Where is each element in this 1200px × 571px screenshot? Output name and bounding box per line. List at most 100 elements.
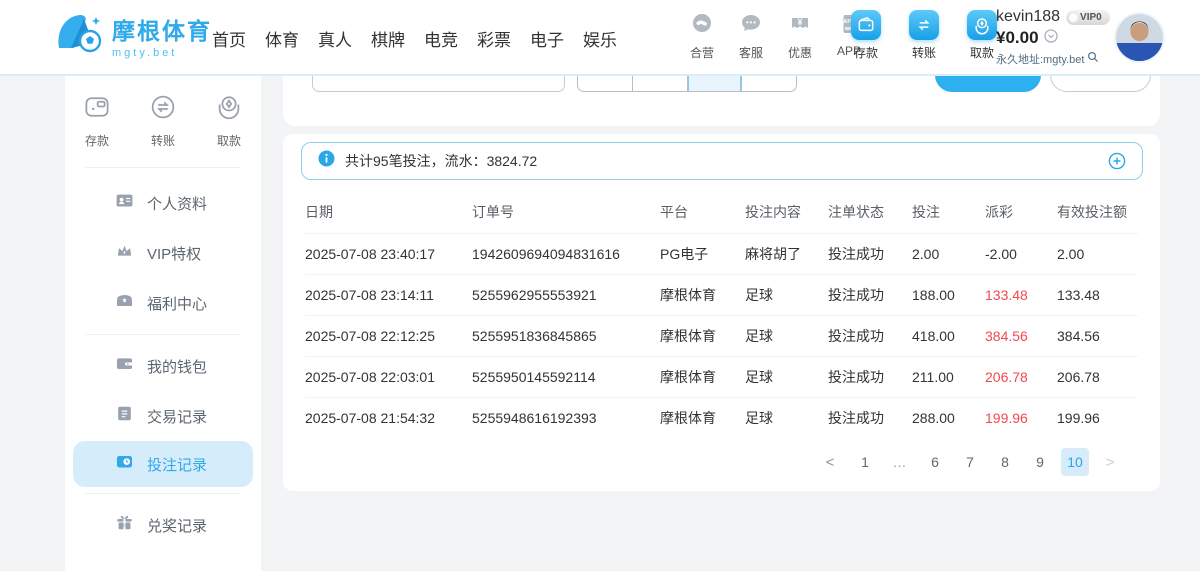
cell-status: 投注成功 <box>828 316 912 357</box>
column-header: 订单号 <box>472 192 660 234</box>
bet-records-panel: 共计95笔投注，流水：3824.72 日期订单号平台投注内容注单状态投注派彩有效… <box>283 134 1160 491</box>
cell-bet: 288.00 <box>912 398 985 439</box>
cell-payout: 206.78 <box>985 357 1057 398</box>
withdraw-outline-icon <box>214 92 244 127</box>
logo-mark-icon <box>54 10 104 61</box>
cell-date: 2025-07-08 21:54:32 <box>305 398 472 439</box>
sidebar-quick-label: 取款 <box>217 132 241 149</box>
nav-slots[interactable]: 电子 <box>530 26 564 51</box>
cell-payout: 384.56 <box>985 316 1057 357</box>
next-page-icon[interactable]: > <box>1096 448 1124 476</box>
sidebar-item-prize-records[interactable]: 兑 兑奖记录 <box>65 500 261 550</box>
balance-refresh-chevron-icon[interactable] <box>1044 29 1058 48</box>
table-header-row: 日期订单号平台投注内容注单状态投注派彩有效投注额 <box>305 192 1138 234</box>
promo-yen-icon: ¥ <box>788 12 812 41</box>
page-button-1[interactable]: 1 <box>851 448 879 476</box>
cell-valid-bet: 2.00 <box>1057 234 1138 275</box>
page-button-9[interactable]: 9 <box>1026 448 1054 476</box>
nav-live[interactable]: 真人 <box>318 26 352 51</box>
username[interactable]: kevin188 <box>996 8 1060 26</box>
user-avatar[interactable] <box>1116 14 1163 61</box>
quicklink-promo[interactable]: ¥ 优惠 <box>780 12 820 61</box>
customer-service-icon <box>739 12 763 41</box>
cell-bet: 188.00 <box>912 275 985 316</box>
sidebar: 存款 转账 取款 个人资料 <box>65 76 261 571</box>
logo-text: 摩根体育 mgty.bet <box>112 12 212 59</box>
magnifier-icon[interactable] <box>1087 50 1099 68</box>
nav-esports[interactable]: 电竞 <box>424 26 458 51</box>
vip-badge: VIP0 <box>1066 10 1110 25</box>
summary-text: 共计95笔投注，流水：3824.72 <box>345 151 537 171</box>
sidebar-withdraw[interactable]: 取款 <box>207 92 251 149</box>
transfer-outline-icon <box>148 92 178 127</box>
wallet-actions: 存款 转账 取款 <box>846 10 1002 61</box>
column-header: 有效投注额 <box>1057 192 1138 234</box>
handshake-icon <box>690 12 714 41</box>
bet-table-body: 2025-07-08 23:40:171942609694094831616PG… <box>305 234 1138 439</box>
site-logo[interactable]: 摩根体育 mgty.bet <box>54 10 212 61</box>
nav-lottery[interactable]: 彩票 <box>477 26 511 51</box>
nav-entertainment[interactable]: 娱乐 <box>583 26 617 51</box>
sidebar-deposit[interactable]: 存款 <box>75 92 119 149</box>
sidebar-item-label: 投注记录 <box>147 454 207 475</box>
table-row: 2025-07-08 23:40:171942609694094831616PG… <box>305 234 1138 275</box>
svg-text:兑: 兑 <box>123 523 127 528</box>
cell-valid-bet: 206.78 <box>1057 357 1138 398</box>
sidebar-item-transactions[interactable]: 交易记录 <box>65 391 261 441</box>
permanent-address: 永久地址:mgty.bet <box>996 51 1084 67</box>
cell-platform: PG电子 <box>660 234 745 275</box>
cell-content: 足球 <box>745 275 828 316</box>
sidebar-transfer[interactable]: 转账 <box>141 92 185 149</box>
divider <box>85 334 241 335</box>
table-row: 2025-07-08 22:03:015255950145592114摩根体育足… <box>305 357 1138 398</box>
cell-valid-bet: 199.96 <box>1057 398 1138 439</box>
cell-platform: 摩根体育 <box>660 275 745 316</box>
sidebar-quick-actions: 存款 转账 取款 <box>65 76 261 161</box>
nav-sports[interactable]: 体育 <box>265 26 299 51</box>
plus-circle-icon[interactable] <box>1108 152 1126 170</box>
table-row: 2025-07-08 21:54:325255948616192393摩根体育足… <box>305 398 1138 439</box>
cell-valid-bet: 133.48 <box>1057 275 1138 316</box>
gift-icon: 兑 <box>115 513 134 537</box>
quicklink-support[interactable]: 客服 <box>731 12 771 61</box>
page-button-8[interactable]: 8 <box>991 448 1019 476</box>
sidebar-item-label: 兑奖记录 <box>147 515 207 536</box>
sidebar-item-wallet[interactable]: 我的钱包 <box>65 341 261 391</box>
quicklink-partner[interactable]: 合营 <box>682 12 722 61</box>
id-card-icon <box>115 191 134 215</box>
prev-page-icon[interactable]: < <box>816 448 844 476</box>
top-header: 摩根体育 mgty.bet 首页 体育 真人 棋牌 电竞 彩票 电子 娱乐 合营 <box>0 0 1200 76</box>
summary-bar: 共计95笔投注，流水：3824.72 <box>301 142 1143 180</box>
divider <box>85 493 241 494</box>
wallet-action-label: 取款 <box>970 44 994 61</box>
column-header: 派彩 <box>985 192 1057 234</box>
page-button-10[interactable]: 10 <box>1061 448 1089 476</box>
sidebar-item-bet-records[interactable]: 投注记录 <box>73 441 253 487</box>
main-nav: 首页 体育 真人 棋牌 电竞 彩票 电子 娱乐 <box>212 0 617 76</box>
deposit-action[interactable]: 存款 <box>846 10 886 61</box>
page-button-7[interactable]: 7 <box>956 448 984 476</box>
nav-home[interactable]: 首页 <box>212 26 246 51</box>
transfer-action[interactable]: 转账 <box>904 10 944 61</box>
balance-amount: ¥0.00 <box>996 28 1039 48</box>
table-row: 2025-07-08 23:14:115255962955553921摩根体育足… <box>305 275 1138 316</box>
page-numbers: 1…678910 <box>851 448 1089 476</box>
sidebar-item-welfare[interactable]: 福利中心 <box>65 278 261 328</box>
pagination: < 1…678910 > <box>816 448 1124 476</box>
page-button-6[interactable]: 6 <box>921 448 949 476</box>
nav-cards[interactable]: 棋牌 <box>371 26 405 51</box>
cell-platform: 摩根体育 <box>660 357 745 398</box>
withdraw-icon <box>967 10 997 40</box>
wallet-icon <box>115 354 134 378</box>
quicklink-label: 合营 <box>690 44 714 61</box>
cell-date: 2025-07-08 22:12:25 <box>305 316 472 357</box>
cell-valid-bet: 384.56 <box>1057 316 1138 357</box>
sidebar-item-vip[interactable]: VIP特权 <box>65 228 261 278</box>
cell-status: 投注成功 <box>828 275 912 316</box>
cell-status: 投注成功 <box>828 398 912 439</box>
svg-text:¥: ¥ <box>797 17 802 27</box>
page: 摩根体育 mgty.bet 首页 体育 真人 棋牌 电竞 彩票 电子 娱乐 合营 <box>0 0 1200 571</box>
cell-status: 投注成功 <box>828 357 912 398</box>
bet-table: 日期订单号平台投注内容注单状态投注派彩有效投注额 2025-07-08 23:4… <box>305 192 1138 438</box>
sidebar-item-profile[interactable]: 个人资料 <box>65 178 261 228</box>
